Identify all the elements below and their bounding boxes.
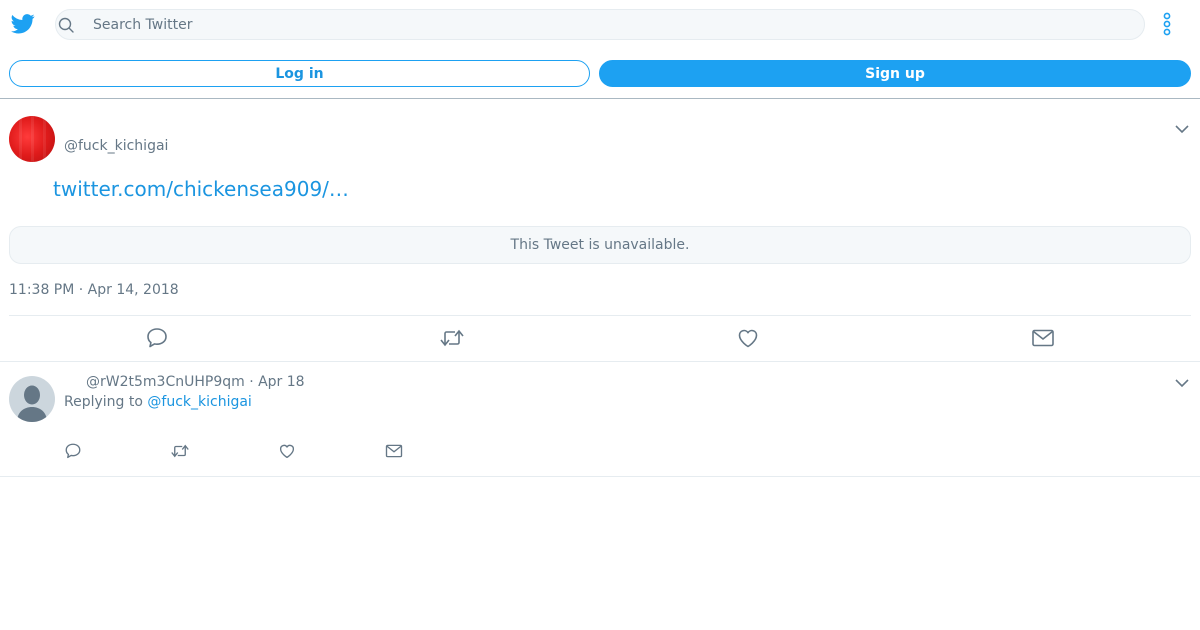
top-bar (0, 0, 1200, 48)
divider (0, 476, 1200, 477)
chevron-down-icon[interactable] (1175, 378, 1189, 388)
retweet-icon[interactable] (439, 326, 465, 350)
chevron-down-icon[interactable] (1175, 124, 1189, 134)
search-icon (58, 17, 74, 33)
divider (0, 361, 1200, 362)
reply-author-meta[interactable]: @rW2t5m3CnUHP9qm · Apr 18 (86, 374, 305, 390)
tweet-link[interactable]: twitter.com/chickensea909/… (53, 177, 349, 201)
quoted-tweet-unavailable: This Tweet is unavailable. (9, 226, 1191, 264)
reply-icon[interactable] (64, 442, 82, 460)
unavailable-text: This Tweet is unavailable. (510, 237, 690, 253)
header-divider (0, 98, 1200, 99)
login-button[interactable]: Log in (9, 60, 590, 87)
replying-to-handle[interactable]: @fuck_kichigai (147, 394, 251, 410)
search-bar[interactable] (55, 9, 1145, 40)
tweet-author-handle[interactable]: @fuck_kichigai (64, 138, 168, 154)
share-dm-icon[interactable] (385, 442, 403, 460)
replying-to-label: Replying to (64, 394, 148, 410)
avatar[interactable] (9, 376, 55, 422)
signup-button[interactable]: Sign up (599, 60, 1191, 87)
divider (9, 315, 1191, 316)
reply-icon[interactable] (145, 326, 169, 350)
like-icon[interactable] (278, 442, 296, 460)
tweet-timestamp[interactable]: 11:38 PM · Apr 14, 2018 (9, 282, 179, 298)
search-input[interactable] (93, 10, 1133, 39)
replying-to: Replying to @fuck_kichigai (64, 394, 252, 410)
twitter-bird-icon[interactable] (11, 13, 35, 35)
more-vertical-icon[interactable] (1160, 12, 1174, 36)
default-avatar-icon (17, 385, 47, 422)
avatar[interactable] (9, 116, 55, 162)
share-dm-icon[interactable] (1031, 326, 1055, 350)
retweet-icon[interactable] (170, 442, 190, 460)
like-icon[interactable] (736, 326, 760, 350)
